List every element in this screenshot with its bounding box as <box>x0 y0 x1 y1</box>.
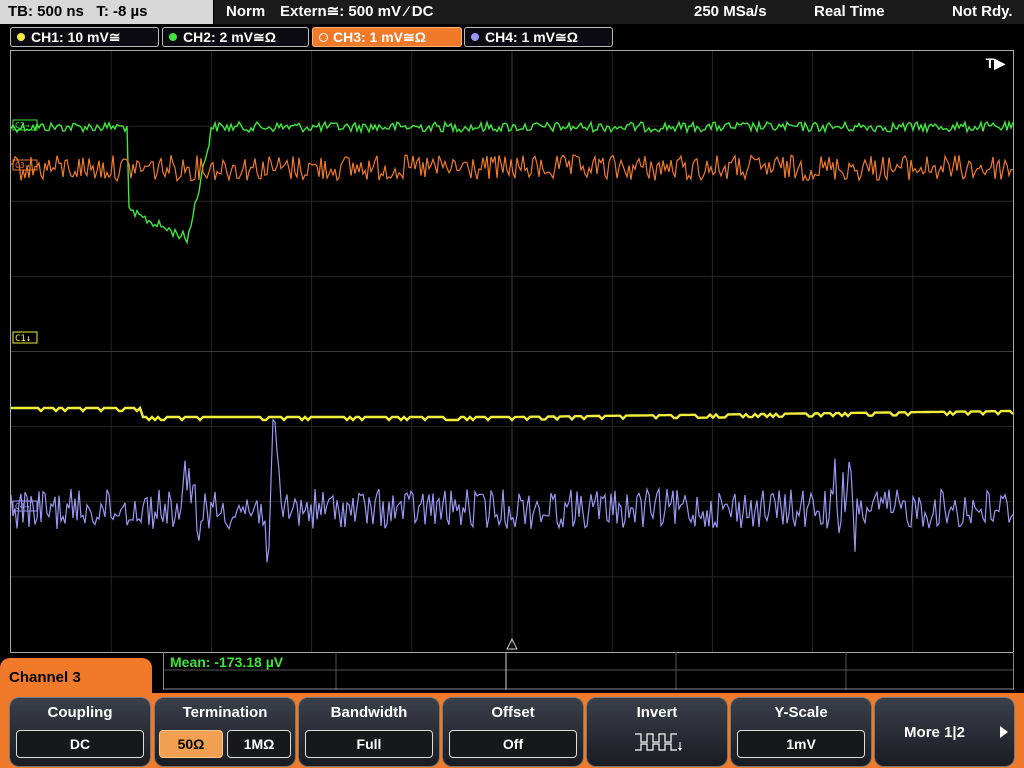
channel-2-marker-text: C2→ <box>15 121 30 130</box>
acquisition-state: Not Rdy. <box>952 3 1013 20</box>
channel-1-marker-text: C1↓ <box>15 334 31 344</box>
yscale-title: Y-Scale <box>774 704 828 721</box>
tab-channel-4[interactable]: CH4: 1 mV≅Ω <box>464 27 613 47</box>
offset-value[interactable]: Off <box>449 730 577 758</box>
channel-4-marker-text: C4→ <box>15 502 30 511</box>
termination-50ohm-option[interactable]: 50Ω <box>159 730 223 758</box>
bandwidth-title: Bandwidth <box>330 704 408 721</box>
measurement-panel: Mean: -173.18 µV <box>163 652 1014 690</box>
coupling-title: Coupling <box>47 704 113 721</box>
offset-title: Offset <box>491 704 535 721</box>
tab-channel-1[interactable]: CH1: 10 mV≅ <box>10 27 159 47</box>
channel-2-label: CH2: 2 mV≅Ω <box>183 29 276 45</box>
termination-softkey[interactable]: Termination 50Ω 1MΩ <box>154 697 296 767</box>
channel-3-dot-icon <box>319 33 328 42</box>
more-softkey[interactable]: More 1|2 <box>874 697 1015 767</box>
more-label: More 1|2 <box>904 724 965 741</box>
invert-title: Invert <box>636 704 678 721</box>
graticule-grid <box>11 51 1013 652</box>
waveform-display[interactable]: C2→ C3→ C1↓ C4→ T▶ <box>10 50 1014 653</box>
menu-title: Channel 3 <box>0 658 152 698</box>
tab-channel-2[interactable]: CH2: 2 mV≅Ω <box>162 27 309 47</box>
channel-1-level-marker[interactable]: C1↓ <box>12 331 38 344</box>
invert-softkey[interactable]: Invert <box>586 697 728 767</box>
coupling-value[interactable]: DC <box>16 730 144 758</box>
offset-softkey[interactable]: Offset Off <box>442 697 584 767</box>
yscale-softkey[interactable]: Y-Scale 1mV <box>730 697 872 767</box>
measurement-grid <box>164 652 1013 690</box>
sample-rate: 250 MSa/s <box>694 3 767 20</box>
tab-channel-3[interactable]: CH3: 1 mV≅Ω <box>312 27 462 47</box>
yscale-value[interactable]: 1mV <box>737 730 865 758</box>
channel-4-dot-icon <box>471 33 479 41</box>
bandwidth-value[interactable]: Full <box>305 730 433 758</box>
waveform-canvas[interactable]: C2→ C3→ C1↓ C4→ <box>11 51 1013 652</box>
termination-1mohm-option[interactable]: 1MΩ <box>227 730 291 758</box>
channel-1-label: CH1: 10 mV≅ <box>31 29 121 45</box>
invert-waveform-icon <box>635 733 682 751</box>
channel-3-marker-text: C3→ <box>15 161 30 170</box>
channel-2-dot-icon <box>169 33 177 41</box>
acquisition-mode: Real Time <box>814 3 885 20</box>
channel-3-label: CH3: 1 mV≅Ω <box>333 29 426 45</box>
channel-1-dot-icon <box>17 33 25 41</box>
chevron-right-icon <box>1000 726 1008 738</box>
bandwidth-softkey[interactable]: Bandwidth Full <box>298 697 440 767</box>
timebase-value: TB: 500 ns <box>8 3 84 20</box>
trigger-mode[interactable]: Norm <box>226 0 265 24</box>
termination-title: Termination <box>182 704 268 721</box>
trigger-source[interactable]: Extern≅: 500 mV ⁄ DC <box>280 0 433 24</box>
status-bar: TB: 500 ns T: -8 µs Norm Extern≅: 500 mV… <box>0 0 1024 26</box>
channel-4-label: CH4: 1 mV≅Ω <box>485 29 578 45</box>
channel-3-level-marker[interactable]: C3→ <box>12 159 38 171</box>
coupling-softkey[interactable]: Coupling DC <box>9 697 151 767</box>
trigger-marker[interactable]: T▶ <box>986 55 1005 72</box>
trigger-time-value: T: -8 µs <box>96 3 148 20</box>
timebase-box[interactable]: TB: 500 ns T: -8 µs <box>0 0 213 24</box>
acquisition-status-row: Norm Extern≅: 500 mV ⁄ DC 250 MSa/s Real… <box>214 0 1024 24</box>
